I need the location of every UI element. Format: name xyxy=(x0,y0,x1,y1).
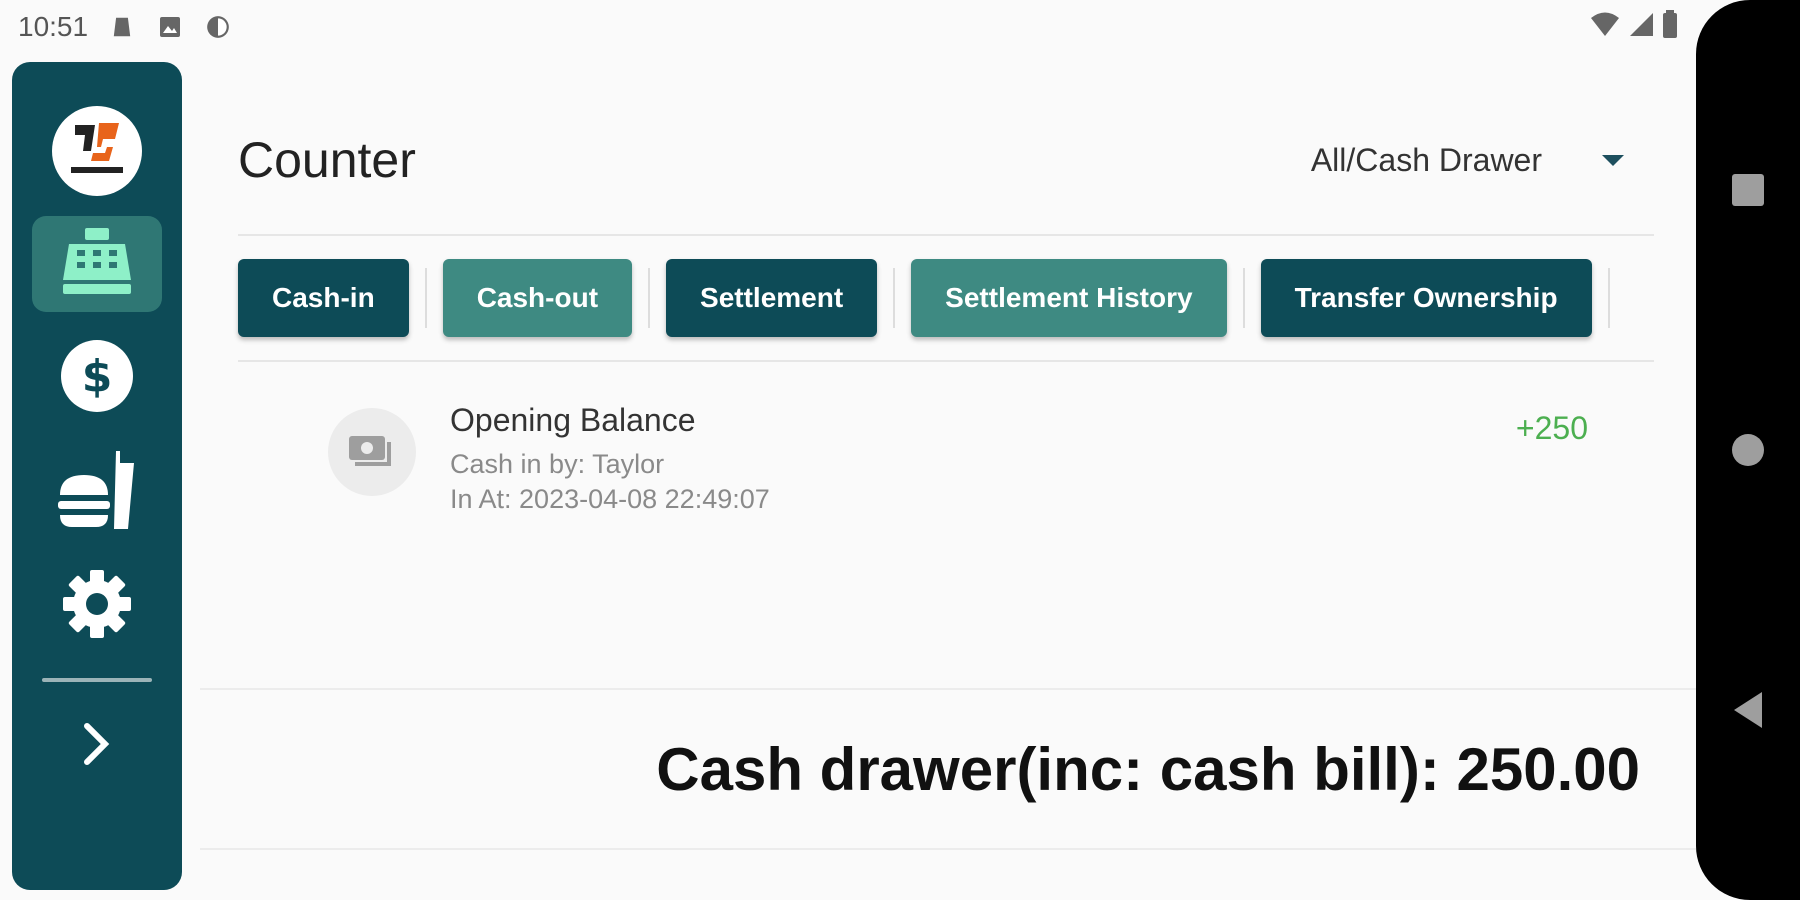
system-navigation-bar xyxy=(1696,0,1800,900)
action-separator xyxy=(1607,268,1610,328)
gear-icon xyxy=(61,568,133,645)
recents-button[interactable] xyxy=(1696,172,1800,213)
cash-in-button[interactable]: Cash-in xyxy=(238,259,409,337)
dollar-icon: $ xyxy=(60,339,134,418)
action-separator xyxy=(424,268,427,328)
cash-drawer-dropdown-value: All/Cash Drawer xyxy=(1310,141,1542,178)
chevron-down-icon xyxy=(1602,154,1624,166)
action-separator xyxy=(648,268,651,328)
entry-in-at: In At: 2023-04-08 22:49:07 xyxy=(450,484,770,514)
svg-text:$: $ xyxy=(82,351,113,402)
entry-text: Opening Balance Cash in by: Taylor In At… xyxy=(450,402,770,515)
cash-out-button[interactable]: Cash-out xyxy=(442,259,633,337)
status-right xyxy=(1590,9,1678,45)
cash-icon xyxy=(328,408,416,496)
app-icon xyxy=(204,13,232,41)
cash-register-icon xyxy=(59,227,135,301)
back-button[interactable] xyxy=(1696,690,1800,735)
status-bar: 10:51 xyxy=(0,0,1696,54)
cash-drawer-summary: Cash drawer(inc: cash bill): 250.00 xyxy=(200,688,1696,850)
entry-amount: +250 xyxy=(1515,410,1588,446)
battery-icon xyxy=(1662,9,1678,45)
image-icon xyxy=(156,13,184,41)
transfer-ownership-button[interactable]: Transfer Ownership xyxy=(1260,259,1592,337)
chevron-right-icon xyxy=(77,723,117,772)
cash-drawer-total: Cash drawer(inc: cash bill): 250.00 xyxy=(656,735,1640,803)
back-icon xyxy=(1730,690,1766,735)
list-item[interactable]: Opening Balance Cash in by: Taylor In At… xyxy=(328,402,1588,522)
home-button[interactable] xyxy=(1696,432,1800,473)
sidebar-item-payments[interactable]: $ xyxy=(32,330,162,426)
sidebar-item-cash-register[interactable] xyxy=(32,216,162,312)
sidebar-expand-button[interactable] xyxy=(77,720,117,773)
entry-title: Opening Balance xyxy=(450,402,696,438)
notification-icon xyxy=(108,13,136,41)
home-icon xyxy=(1730,432,1766,473)
status-left: 10:51 xyxy=(18,11,232,43)
app-logo[interactable] xyxy=(52,106,142,196)
cash-drawer-dropdown[interactable]: All/Cash Drawer xyxy=(1311,142,1624,179)
page-title: Counter xyxy=(238,132,416,188)
status-time: 10:51 xyxy=(18,11,89,42)
settlement-history-button[interactable]: Settlement History xyxy=(911,259,1227,337)
sidebar-item-menu[interactable] xyxy=(32,444,162,540)
sidebar-divider xyxy=(42,678,152,682)
sidebar: $ xyxy=(12,62,182,890)
signal-icon xyxy=(1628,11,1654,44)
header: Counter All/Cash Drawer xyxy=(238,120,1654,200)
settlement-button[interactable]: Settlement xyxy=(666,259,878,337)
recents-icon xyxy=(1730,172,1766,213)
wifi-icon xyxy=(1590,11,1620,44)
food-icon xyxy=(56,449,138,536)
action-separator xyxy=(893,268,896,328)
sidebar-item-settings[interactable] xyxy=(32,558,162,654)
action-separator xyxy=(1242,268,1245,328)
action-bar: Cash-in Cash-out Settlement Settlement H… xyxy=(238,234,1654,362)
entry-cash-in-by: Cash in by: Taylor xyxy=(450,449,665,479)
